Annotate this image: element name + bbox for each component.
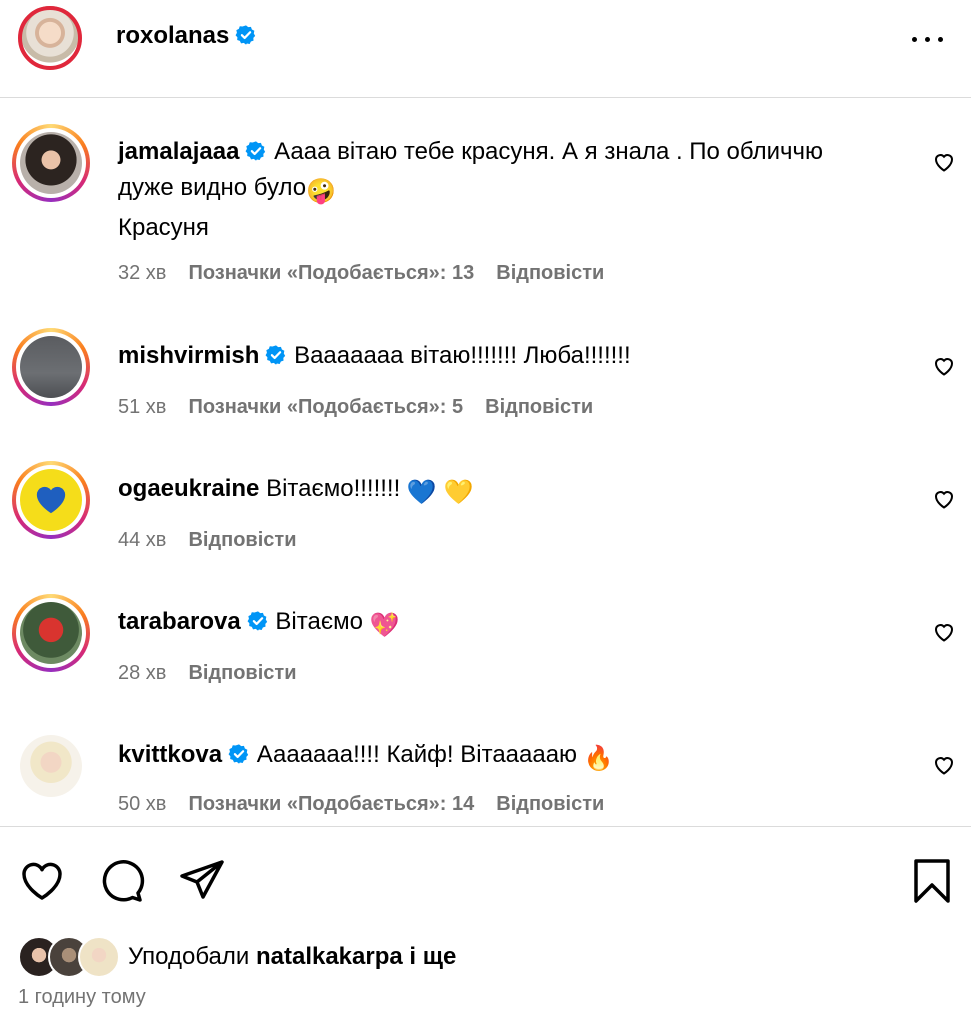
liked-by-others[interactable]: і ще xyxy=(409,943,456,970)
comment-like-heart-icon[interactable] xyxy=(932,150,956,174)
comment-time: 44 хв xyxy=(118,529,167,551)
comment-time: 50 хв xyxy=(118,793,167,815)
comment-meta: 51 хв Позначки «Подобається»: 5 Відповісти xyxy=(118,396,615,419)
comment-like-heart-icon[interactable] xyxy=(932,620,956,644)
commenter-avatar[interactable] xyxy=(12,328,90,406)
comment-like-heart-icon[interactable] xyxy=(932,354,956,378)
comment-likes-count[interactable]: Позначки «Подобається»: 5 xyxy=(188,396,463,418)
liked-by-text: Уподобали natalkakarpa і ще xyxy=(128,943,457,970)
comment-meta: 32 хв Позначки «Подобається»: 13 Відповіст… xyxy=(118,262,626,285)
verified-icon xyxy=(247,611,267,631)
comment-body: Вітаємо xyxy=(275,608,363,635)
comment-body: Ааааааа!!!! Кайф! Вітаааааю xyxy=(256,741,578,768)
reply-button[interactable]: Відповісти xyxy=(188,662,296,684)
comment-meta: 50 хв Позначки «Подобається»: 14 Відповіст… xyxy=(118,793,626,816)
author-story-ring xyxy=(18,6,82,70)
heart-logo-icon xyxy=(36,486,66,514)
comment-time: 32 хв xyxy=(118,262,167,284)
comment-likes-count[interactable]: Позначки «Подобається»: 13 xyxy=(188,262,474,284)
reply-button[interactable]: Відповісти xyxy=(485,396,593,418)
commenter-avatar[interactable] xyxy=(12,727,90,805)
commenter-username[interactable]: tarabarova xyxy=(118,608,241,635)
sparkling-heart-emoji: 💖 xyxy=(369,612,400,639)
comment-time: 51 хв xyxy=(118,396,167,418)
commenter-username[interactable]: ogaeukraine xyxy=(118,475,259,502)
verified-icon xyxy=(228,744,249,764)
comment-body: Вітаємо!!!!!!! xyxy=(266,475,401,502)
avatar xyxy=(78,936,120,978)
reply-button[interactable]: Відповісти xyxy=(496,262,604,284)
comment-body: Вааааааа вітаю!!!!!!! Люба!!!!!!! xyxy=(294,342,631,369)
comment-text: kvittkova Ааааааа!!!! Кайф! Вітаааааю 🔥 xyxy=(118,737,838,777)
comment-meta: 28 хв Відповісти xyxy=(118,662,319,685)
blue-yellow-hearts-emoji: 💙 💛 xyxy=(406,479,474,506)
fire-emoji: 🔥 xyxy=(583,745,614,772)
more-icon xyxy=(912,37,917,42)
post-header: roxolanas xyxy=(0,0,971,98)
bookmark-icon[interactable] xyxy=(908,857,956,905)
commenter-username[interactable]: mishvirmish xyxy=(118,342,259,369)
comment-meta: 44 хв Відповісти xyxy=(118,529,319,552)
commenter-username[interactable]: jamalajaaa xyxy=(118,138,239,165)
commenter-username[interactable]: kvittkova xyxy=(118,741,222,768)
commenter-avatar[interactable] xyxy=(12,461,90,539)
post-timestamp[interactable]: 1 годину тому xyxy=(18,986,146,1009)
comment-text: ogaeukraine Вітаємо!!!!!!! 💙 💛 xyxy=(118,471,838,511)
more-options-button[interactable] xyxy=(910,24,946,54)
commenter-avatar[interactable] xyxy=(12,594,90,672)
like-heart-icon[interactable] xyxy=(18,857,66,905)
comment-like-heart-icon[interactable] xyxy=(932,753,956,777)
divider xyxy=(0,826,971,827)
reply-button[interactable]: Відповісти xyxy=(188,529,296,551)
verified-icon xyxy=(235,25,256,45)
zany-face-emoji: 🤪 xyxy=(306,178,336,205)
comment-text: jamalajaaa Аааа вітаю тебе красуня. А я … xyxy=(118,134,838,246)
verified-icon xyxy=(265,345,286,365)
reply-button[interactable]: Відповісти xyxy=(496,793,604,815)
comment-like-heart-icon[interactable] xyxy=(932,487,956,511)
share-icon[interactable] xyxy=(178,857,226,905)
liked-by-username[interactable]: natalkakarpa xyxy=(256,943,403,970)
comment-body-line2: Красуня xyxy=(118,214,209,241)
author-username[interactable]: roxolanas xyxy=(116,22,229,49)
liked-by-avatars[interactable] xyxy=(18,936,122,978)
comment-text: tarabarova Вітаємо 💖 xyxy=(118,604,838,644)
comment-time: 28 хв xyxy=(118,662,167,684)
verified-icon xyxy=(245,141,266,161)
commenter-avatar[interactable] xyxy=(12,124,90,202)
comment-icon[interactable] xyxy=(98,857,146,905)
comment-likes-count[interactable]: Позначки «Подобається»: 14 xyxy=(188,793,474,815)
comment-text: mishvirmish Вааааааа вітаю!!!!!!! Люба!!… xyxy=(118,338,838,374)
